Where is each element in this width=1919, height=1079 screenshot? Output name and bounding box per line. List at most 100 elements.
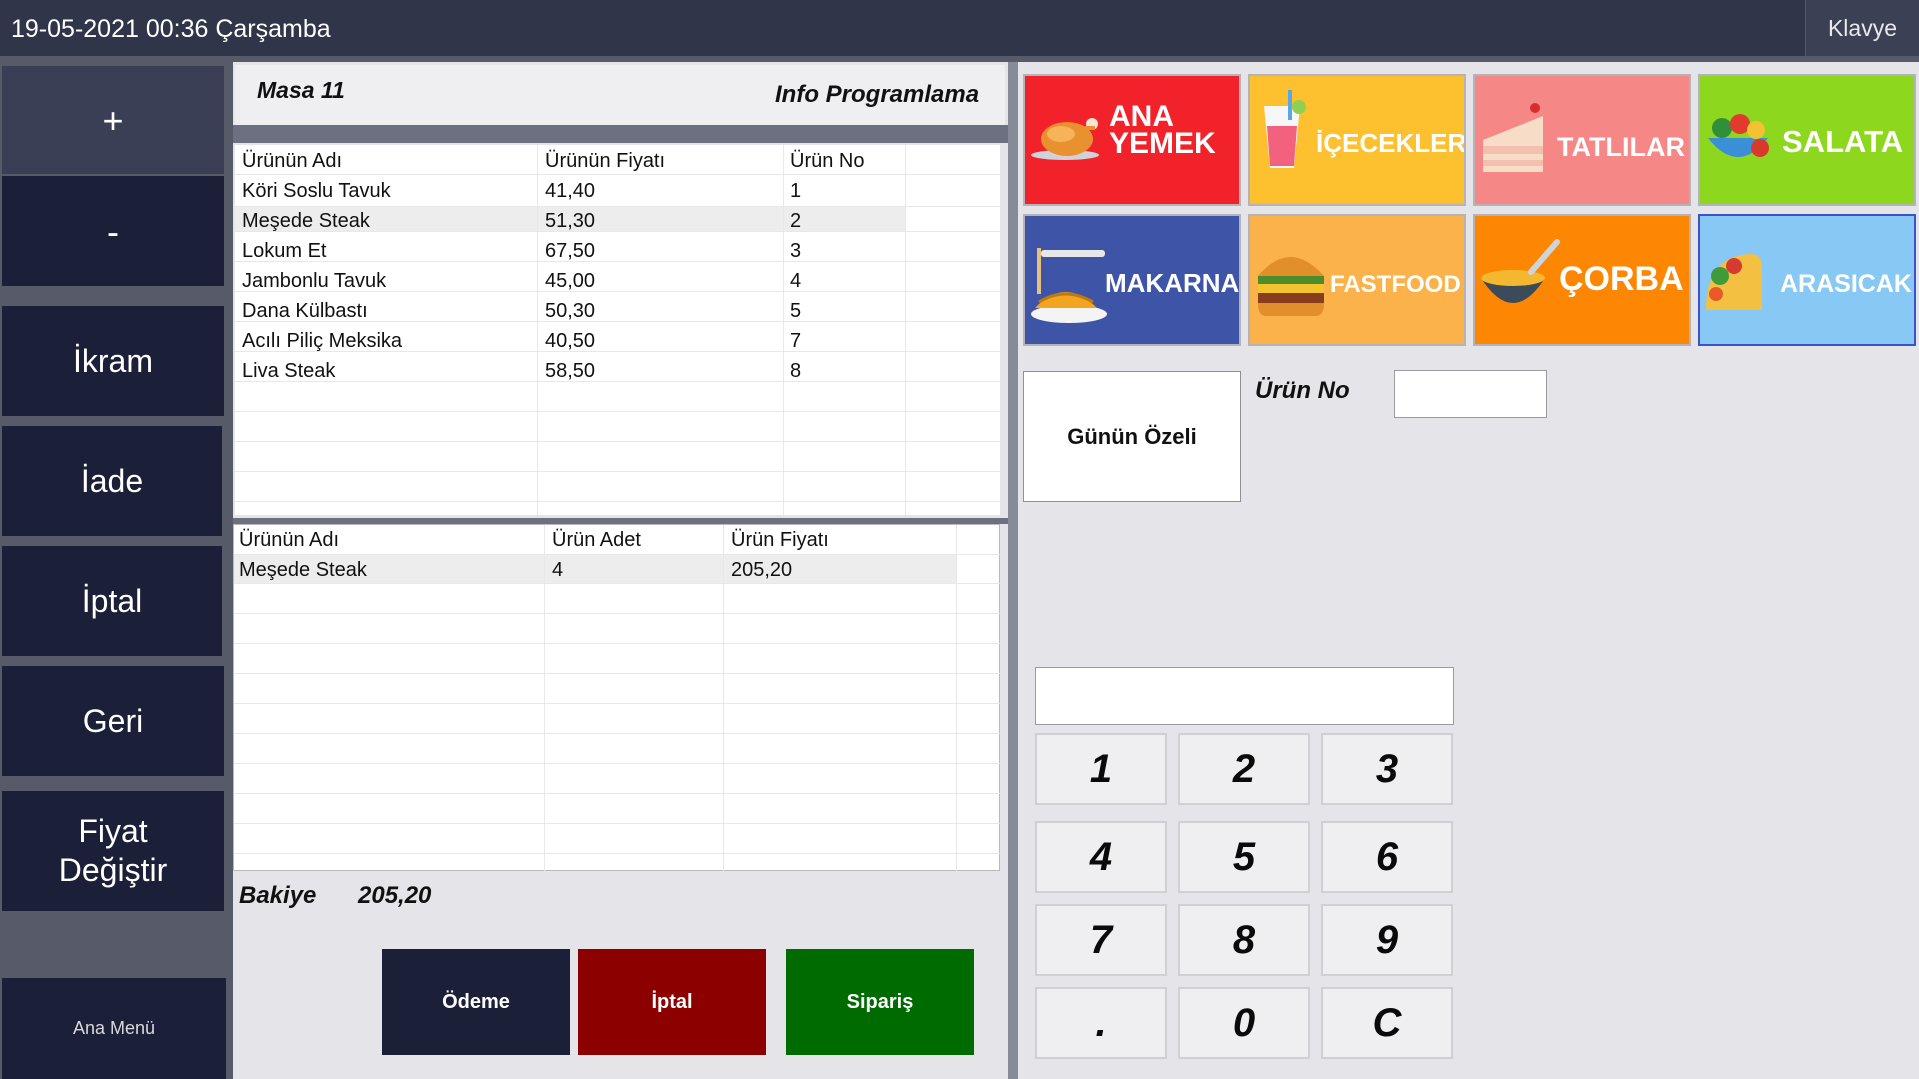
product-no-cell: 4 xyxy=(790,270,802,292)
column-header[interactable]: Ürün Adet xyxy=(552,529,641,552)
company-name: Info Programlama xyxy=(775,81,980,108)
category-arasicak[interactable]: ARASICAK xyxy=(1698,214,1916,346)
product-price-cell: 58,50 xyxy=(545,360,596,382)
balance-value: 205,20 xyxy=(358,882,432,909)
change-price-button[interactable]: Fiyat Değiştir xyxy=(2,791,224,911)
keypad-key-1[interactable]: 1 xyxy=(1035,733,1167,805)
cancel-item-button[interactable]: İptal xyxy=(2,546,222,656)
order-grid[interactable]: Ürünün Adı Ürün Adet Ürün Fiyatı Meşede … xyxy=(233,524,1001,872)
category-ana-yemek[interactable]: ANA YEMEK xyxy=(1023,74,1241,206)
products-grid[interactable]: Ürünün Adı Ürünün Fiyatı Ürün No Köri So… xyxy=(235,145,1000,515)
payment-button[interactable]: Ödeme xyxy=(382,949,570,1055)
product-no-cell: 3 xyxy=(790,240,802,262)
category-tatlilar[interactable]: TATLILAR xyxy=(1473,74,1691,206)
category-fastfood[interactable]: FASTFOOD xyxy=(1248,214,1466,346)
category-makarna[interactable]: MAKARNA xyxy=(1023,214,1241,346)
grid-divider xyxy=(234,703,1001,704)
top-bar: 19-05-2021 00:36 Çarşamba Klavye xyxy=(0,0,1919,56)
grid-divider xyxy=(234,554,1001,555)
column-header[interactable]: Ürünün Fiyatı xyxy=(545,150,665,173)
product-name-cell: Lokum Et xyxy=(242,240,327,262)
product-price-cell: 67,50 xyxy=(545,240,596,262)
category-label: TATLILAR xyxy=(1557,132,1685,162)
grid-divider xyxy=(783,145,784,515)
category-label-line1: ANA xyxy=(1109,100,1174,133)
product-name-cell: Dana Külbastı xyxy=(242,300,368,322)
grid-divider xyxy=(234,793,1001,794)
category-label-line2: YEMEK xyxy=(1109,127,1216,160)
keypad-key-4[interactable]: 4 xyxy=(1035,821,1167,893)
grid-divider xyxy=(235,441,1000,442)
cancel-order-button[interactable]: İptal xyxy=(578,949,766,1055)
product-name-cell: Jambonlu Tavuk xyxy=(242,270,387,292)
product-no-cell: 1 xyxy=(790,180,802,202)
column-header[interactable]: Ürün Fiyatı xyxy=(731,529,829,552)
grid-divider xyxy=(235,411,1000,412)
grid-divider xyxy=(234,733,1001,734)
keypad-display[interactable] xyxy=(1035,667,1454,725)
category-label: SALATA xyxy=(1782,124,1904,159)
change-price-label-line1: Fiyat xyxy=(78,813,148,849)
order-item-qty-cell: 4 xyxy=(552,559,564,581)
ikram-button[interactable]: İkram xyxy=(2,306,224,416)
grid-divider xyxy=(537,145,538,515)
product-name-cell: Acılı Piliç Meksika xyxy=(242,330,403,352)
keypad-key-9[interactable]: 9 xyxy=(1321,904,1453,976)
product-price-cell: 50,30 xyxy=(545,300,596,322)
keypad-key-8[interactable]: 8 xyxy=(1178,904,1310,976)
column-header[interactable]: Ürünün Adı xyxy=(242,150,342,173)
grid-divider xyxy=(234,853,1001,854)
keyboard-button[interactable]: Klavye xyxy=(1805,0,1919,56)
table-name: Masa 11 xyxy=(257,77,345,103)
product-no-cell: 8 xyxy=(790,360,802,382)
main-menu-button[interactable]: Ana Menü xyxy=(2,978,226,1079)
grid-divider xyxy=(956,525,957,872)
grid-divider xyxy=(235,381,1000,382)
keypad-key-6[interactable]: 6 xyxy=(1321,821,1453,893)
keypad-key-0[interactable]: 0 xyxy=(1178,987,1310,1059)
keypad-key-3[interactable]: 3 xyxy=(1321,733,1453,805)
back-button[interactable]: Geri xyxy=(2,666,224,776)
keypad-key-clear[interactable]: C xyxy=(1321,987,1453,1059)
product-no-cell: 7 xyxy=(790,330,802,352)
product-price-cell: 51,30 xyxy=(545,210,596,232)
keypad-key-5[interactable]: 5 xyxy=(1178,821,1310,893)
grid-divider xyxy=(234,763,1001,764)
header-separator xyxy=(233,125,1008,143)
column-header[interactable]: Ürünün Adı xyxy=(239,529,339,552)
return-button[interactable]: İade xyxy=(2,426,222,536)
category-salata[interactable]: SALATA xyxy=(1698,74,1916,206)
place-order-button[interactable]: Sipariş xyxy=(786,949,974,1055)
category-icecekler[interactable]: İÇECEKLER xyxy=(1248,74,1466,206)
balance-label: Bakiye xyxy=(239,882,317,909)
order-item-price-cell: 205,20 xyxy=(731,559,793,581)
order-item-name-cell: Meşede Steak xyxy=(239,559,367,581)
product-no-input[interactable] xyxy=(1394,370,1547,418)
grid-divider xyxy=(235,261,1000,262)
keypad-key-2[interactable]: 2 xyxy=(1178,733,1310,805)
datetime-display: 19-05-2021 00:36 Çarşamba xyxy=(11,15,331,43)
product-no-cell: 2 xyxy=(790,210,802,232)
grid-divider xyxy=(723,525,724,872)
grid-divider xyxy=(234,823,1001,824)
category-corba[interactable]: ÇORBA xyxy=(1473,214,1691,346)
panel-divider xyxy=(1008,62,1018,1079)
grid-divider xyxy=(234,583,1001,584)
keypad-key-dot[interactable]: . xyxy=(1035,987,1167,1059)
column-header[interactable]: Ürün No xyxy=(790,150,864,173)
increase-button[interactable]: + xyxy=(2,66,224,174)
grid-divider xyxy=(235,501,1000,502)
product-price-cell: 40,50 xyxy=(545,330,596,352)
category-label: İÇECEKLER xyxy=(1316,128,1466,158)
product-price-cell: 41,40 xyxy=(545,180,596,202)
grid-divider xyxy=(234,643,1001,644)
daily-special-button[interactable]: Günün Özeli xyxy=(1023,371,1241,502)
change-price-label-line2: Değiştir xyxy=(58,852,168,888)
grid-divider xyxy=(234,673,1001,674)
grid-divider xyxy=(544,525,545,872)
category-label: ÇORBA xyxy=(1559,260,1684,298)
product-no-label: Ürün No xyxy=(1255,377,1350,404)
keypad-key-7[interactable]: 7 xyxy=(1035,904,1167,976)
category-label: MAKARNA xyxy=(1105,268,1240,298)
decrease-button[interactable]: - xyxy=(2,176,224,286)
